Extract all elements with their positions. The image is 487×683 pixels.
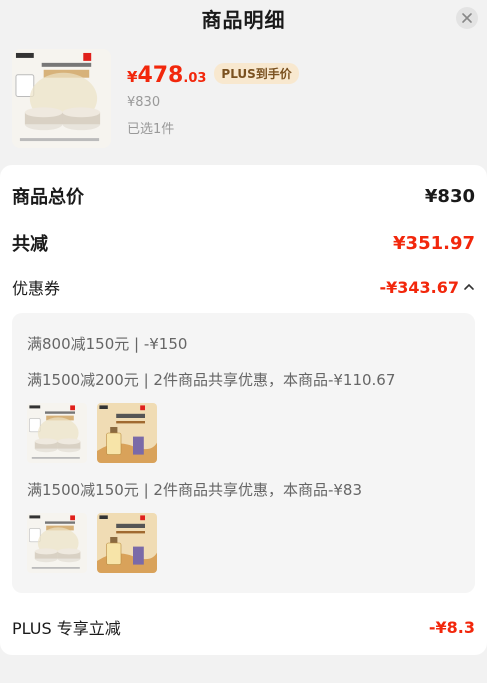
price-row: ¥ 478 .03 PLUS到手价 <box>127 63 299 88</box>
price-symbol: ¥ <box>127 68 138 86</box>
product-thumbnail[interactable] <box>27 403 87 463</box>
plus-discount-row: PLUS 专享立减 -¥8.3 <box>12 615 475 639</box>
total-discount-label: 共减 <box>12 234 48 255</box>
coupon-item-2: 满1500减200元 | 2件商品共享优惠，本商品-¥110.67 <box>27 371 396 389</box>
selected-count: 已选1件 <box>127 122 175 137</box>
plus-price-badge: PLUS到手价 <box>214 63 299 84</box>
product-thumbnail[interactable] <box>97 403 157 463</box>
perfume-bottle-product-image <box>97 513 157 573</box>
coupon-details-box: 满800减150元 | -¥150 满1500减200元 | 2件商品共享优惠，… <box>12 313 475 593</box>
cream-jar-product-image <box>12 49 111 148</box>
coupon-label: 优惠券 <box>12 279 61 298</box>
cream-jar-product-image <box>27 513 87 573</box>
chevron-up-icon[interactable] <box>463 282 475 292</box>
coupon-item-3-products <box>27 513 157 573</box>
perfume-bottle-product-image <box>97 403 157 463</box>
page-title: 商品明细 <box>201 8 286 32</box>
coupon-item-2-products <box>27 403 157 463</box>
coupon-item-1: 满800减150元 | -¥150 <box>27 335 188 353</box>
product-thumbnail[interactable] <box>12 49 111 148</box>
total-price-row: 商品总价 ¥830 <box>12 183 475 209</box>
total-discount-row: 共减 ¥351.97 <box>12 230 475 256</box>
coupon-row[interactable]: 优惠券 -¥343.67 <box>12 275 475 299</box>
total-price-label: 商品总价 <box>12 187 84 208</box>
total-price-value: ¥830 <box>424 185 475 207</box>
product-thumbnail[interactable] <box>97 513 157 573</box>
price-integer: 478 <box>137 63 184 88</box>
product-thumbnail[interactable] <box>27 513 87 573</box>
coupon-value-group[interactable]: -¥343.67 <box>379 278 475 297</box>
original-price: ¥830 <box>127 95 161 110</box>
product-summary: ¥ 478 .03 PLUS到手价 ¥830 已选1件 <box>12 49 472 149</box>
coupon-value: -¥343.67 <box>379 277 459 297</box>
total-discount-value: ¥351.97 <box>393 232 475 254</box>
price-detail-card: 商品总价 ¥830 共减 ¥351.97 优惠券 -¥343.67 满800减1… <box>0 165 487 655</box>
price-decimal: .03 <box>183 71 207 86</box>
close-icon <box>462 13 472 23</box>
coupon-item-3: 满1500减150元 | 2件商品共享优惠，本商品-¥83 <box>27 481 362 499</box>
cream-jar-product-image <box>27 403 87 463</box>
plus-discount-label: PLUS 专享立减 <box>12 619 121 638</box>
close-button[interactable] <box>456 7 478 29</box>
plus-discount-value: -¥8.3 <box>428 617 475 637</box>
